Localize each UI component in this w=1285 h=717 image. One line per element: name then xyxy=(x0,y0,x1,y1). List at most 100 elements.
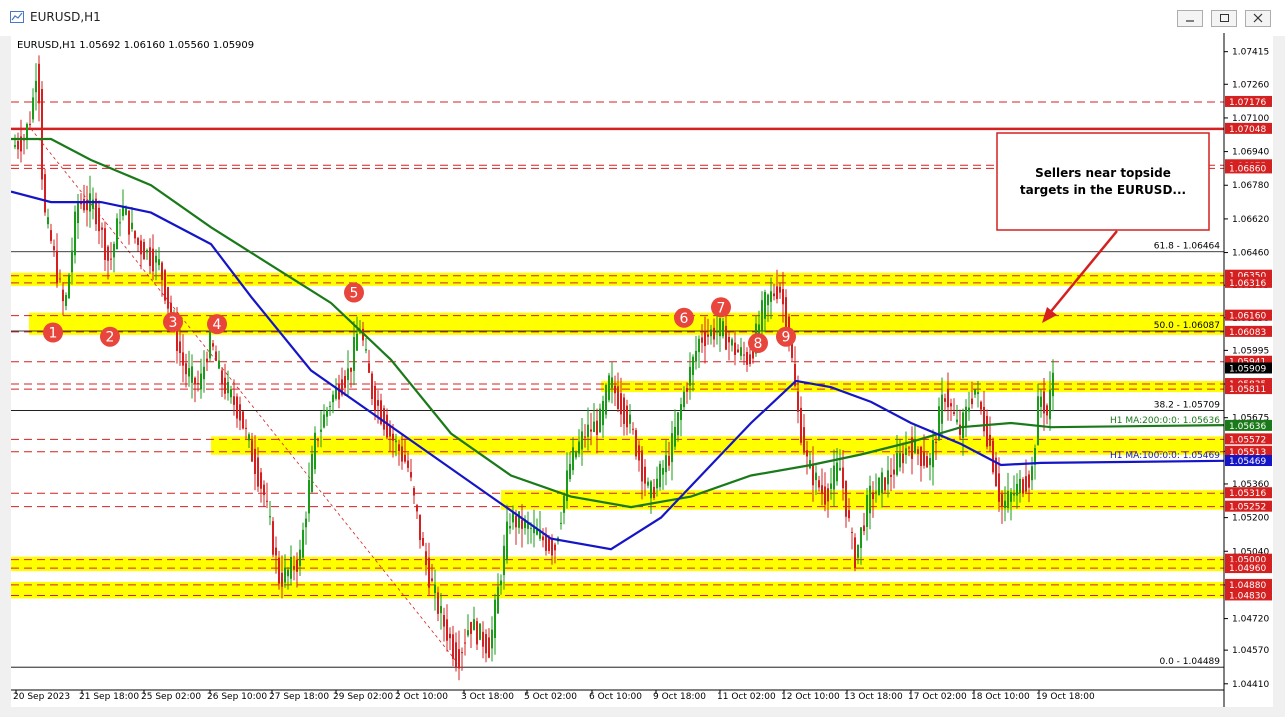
candle-body xyxy=(695,350,697,362)
candle-body xyxy=(473,619,475,631)
price-label-text: 1.06316 xyxy=(1229,279,1266,289)
close-icon xyxy=(1253,13,1263,23)
candle-body xyxy=(812,463,814,486)
candle-body xyxy=(425,551,427,566)
candle-body xyxy=(968,407,970,412)
candle-body xyxy=(464,642,466,644)
price-label-text: 1.07048 xyxy=(1229,125,1266,135)
candle-body xyxy=(440,606,442,614)
time-tick-label: 18 Oct 10:00 xyxy=(971,692,1030,702)
candle-body xyxy=(83,198,85,211)
annotation-callout: Sellers near topside targets in the EURUS… xyxy=(996,132,1210,323)
candle-body xyxy=(980,401,982,410)
candle-body xyxy=(674,426,676,447)
candle-body xyxy=(680,404,682,420)
candle-body xyxy=(1013,493,1015,496)
candle-body xyxy=(206,358,208,363)
candle-body xyxy=(149,247,151,266)
candle-body xyxy=(98,207,100,232)
candle-body xyxy=(29,123,31,126)
candle-body xyxy=(272,521,274,555)
price-label-text: 1.04830 xyxy=(1229,591,1266,601)
close-button[interactable] xyxy=(1245,10,1271,27)
candle-body xyxy=(929,458,931,466)
candle-body xyxy=(422,538,424,546)
price-chart[interactable]: 61.8 - 1.06464 50.0 - 1.06087 38.2 - 1.057… xyxy=(10,33,1273,707)
candle-body xyxy=(128,210,130,235)
candle-body xyxy=(299,549,301,566)
candle-body xyxy=(200,373,202,390)
fib-label: 38.2 - 1.05709 xyxy=(1154,401,1220,411)
time-tick-label: 20 Sep 2023 xyxy=(13,692,70,702)
candle-body xyxy=(344,375,346,388)
price-label: 1.05252 xyxy=(1225,500,1272,513)
candle-body xyxy=(38,63,40,104)
candle-body xyxy=(593,421,595,433)
candle-body xyxy=(401,446,403,462)
candle-body xyxy=(833,465,835,490)
candle-body xyxy=(932,440,934,468)
candle-body xyxy=(509,526,511,529)
candle-body xyxy=(329,405,331,407)
candle-body xyxy=(113,243,115,258)
candle-body xyxy=(800,407,802,443)
fib-label: 50.0 - 1.06087 xyxy=(1154,321,1220,331)
candle-body xyxy=(944,398,946,402)
candle-body xyxy=(278,557,280,584)
candle-body xyxy=(719,318,721,337)
candle-body xyxy=(140,240,142,255)
candle-body xyxy=(830,483,832,489)
window-titlebar: EURUSD,H1 xyxy=(0,0,1285,36)
candle-body xyxy=(155,255,157,263)
candle-body xyxy=(281,572,283,587)
time-tick-label: 25 Sep 02:00 xyxy=(141,692,201,702)
candle-body xyxy=(50,230,52,241)
price-label: 1.05636 xyxy=(1225,419,1272,432)
maximize-button[interactable] xyxy=(1211,10,1237,27)
candle-body xyxy=(1016,483,1018,496)
candle-body xyxy=(59,278,61,280)
candle-body xyxy=(608,375,610,401)
candle-body xyxy=(647,481,649,486)
candle-body xyxy=(320,429,322,432)
candle-body xyxy=(134,231,136,239)
candle-body xyxy=(164,270,166,301)
candle-body xyxy=(467,630,469,636)
candle-body xyxy=(221,370,223,385)
candle-body xyxy=(587,424,589,437)
price-label: 1.06160 xyxy=(1225,309,1272,322)
candle-body xyxy=(386,414,388,438)
price-label: 1.05572 xyxy=(1225,433,1272,445)
touch-marker-7: 7 xyxy=(711,297,731,318)
candle-body xyxy=(803,427,805,453)
candle-body xyxy=(242,411,244,429)
price-label-text: 1.07176 xyxy=(1229,98,1266,108)
candle-body xyxy=(62,289,64,302)
price-label-text: 1.05811 xyxy=(1229,385,1266,395)
yellow-zone xyxy=(11,581,1224,599)
candle-body xyxy=(326,409,328,417)
touch-marker-label: 7 xyxy=(717,300,726,316)
candle-body xyxy=(668,455,670,466)
candle-body xyxy=(1004,500,1006,508)
touch-marker-label: 8 xyxy=(754,336,763,352)
candle-body xyxy=(1028,474,1030,488)
candle-body xyxy=(866,495,868,527)
ma100-label: H1 MA:100:0:0: 1.05469 xyxy=(1110,451,1220,461)
candle-body xyxy=(857,544,859,558)
candle-body xyxy=(737,349,739,353)
candle-body xyxy=(626,405,628,428)
touch-marker-6: 6 xyxy=(674,307,694,328)
candle-body xyxy=(356,333,358,351)
price-label: 1.07176 xyxy=(1225,95,1272,108)
candle-body xyxy=(398,444,400,452)
touch-marker-1: 1 xyxy=(43,322,63,343)
minimize-button[interactable] xyxy=(1177,10,1203,27)
candle-body xyxy=(26,123,28,140)
candle-body xyxy=(101,227,103,230)
candle-body xyxy=(191,366,193,383)
price-label: 1.06316 xyxy=(1225,276,1272,289)
candle-body xyxy=(1031,466,1033,481)
candle-body xyxy=(731,339,733,346)
candle-body xyxy=(428,557,430,588)
